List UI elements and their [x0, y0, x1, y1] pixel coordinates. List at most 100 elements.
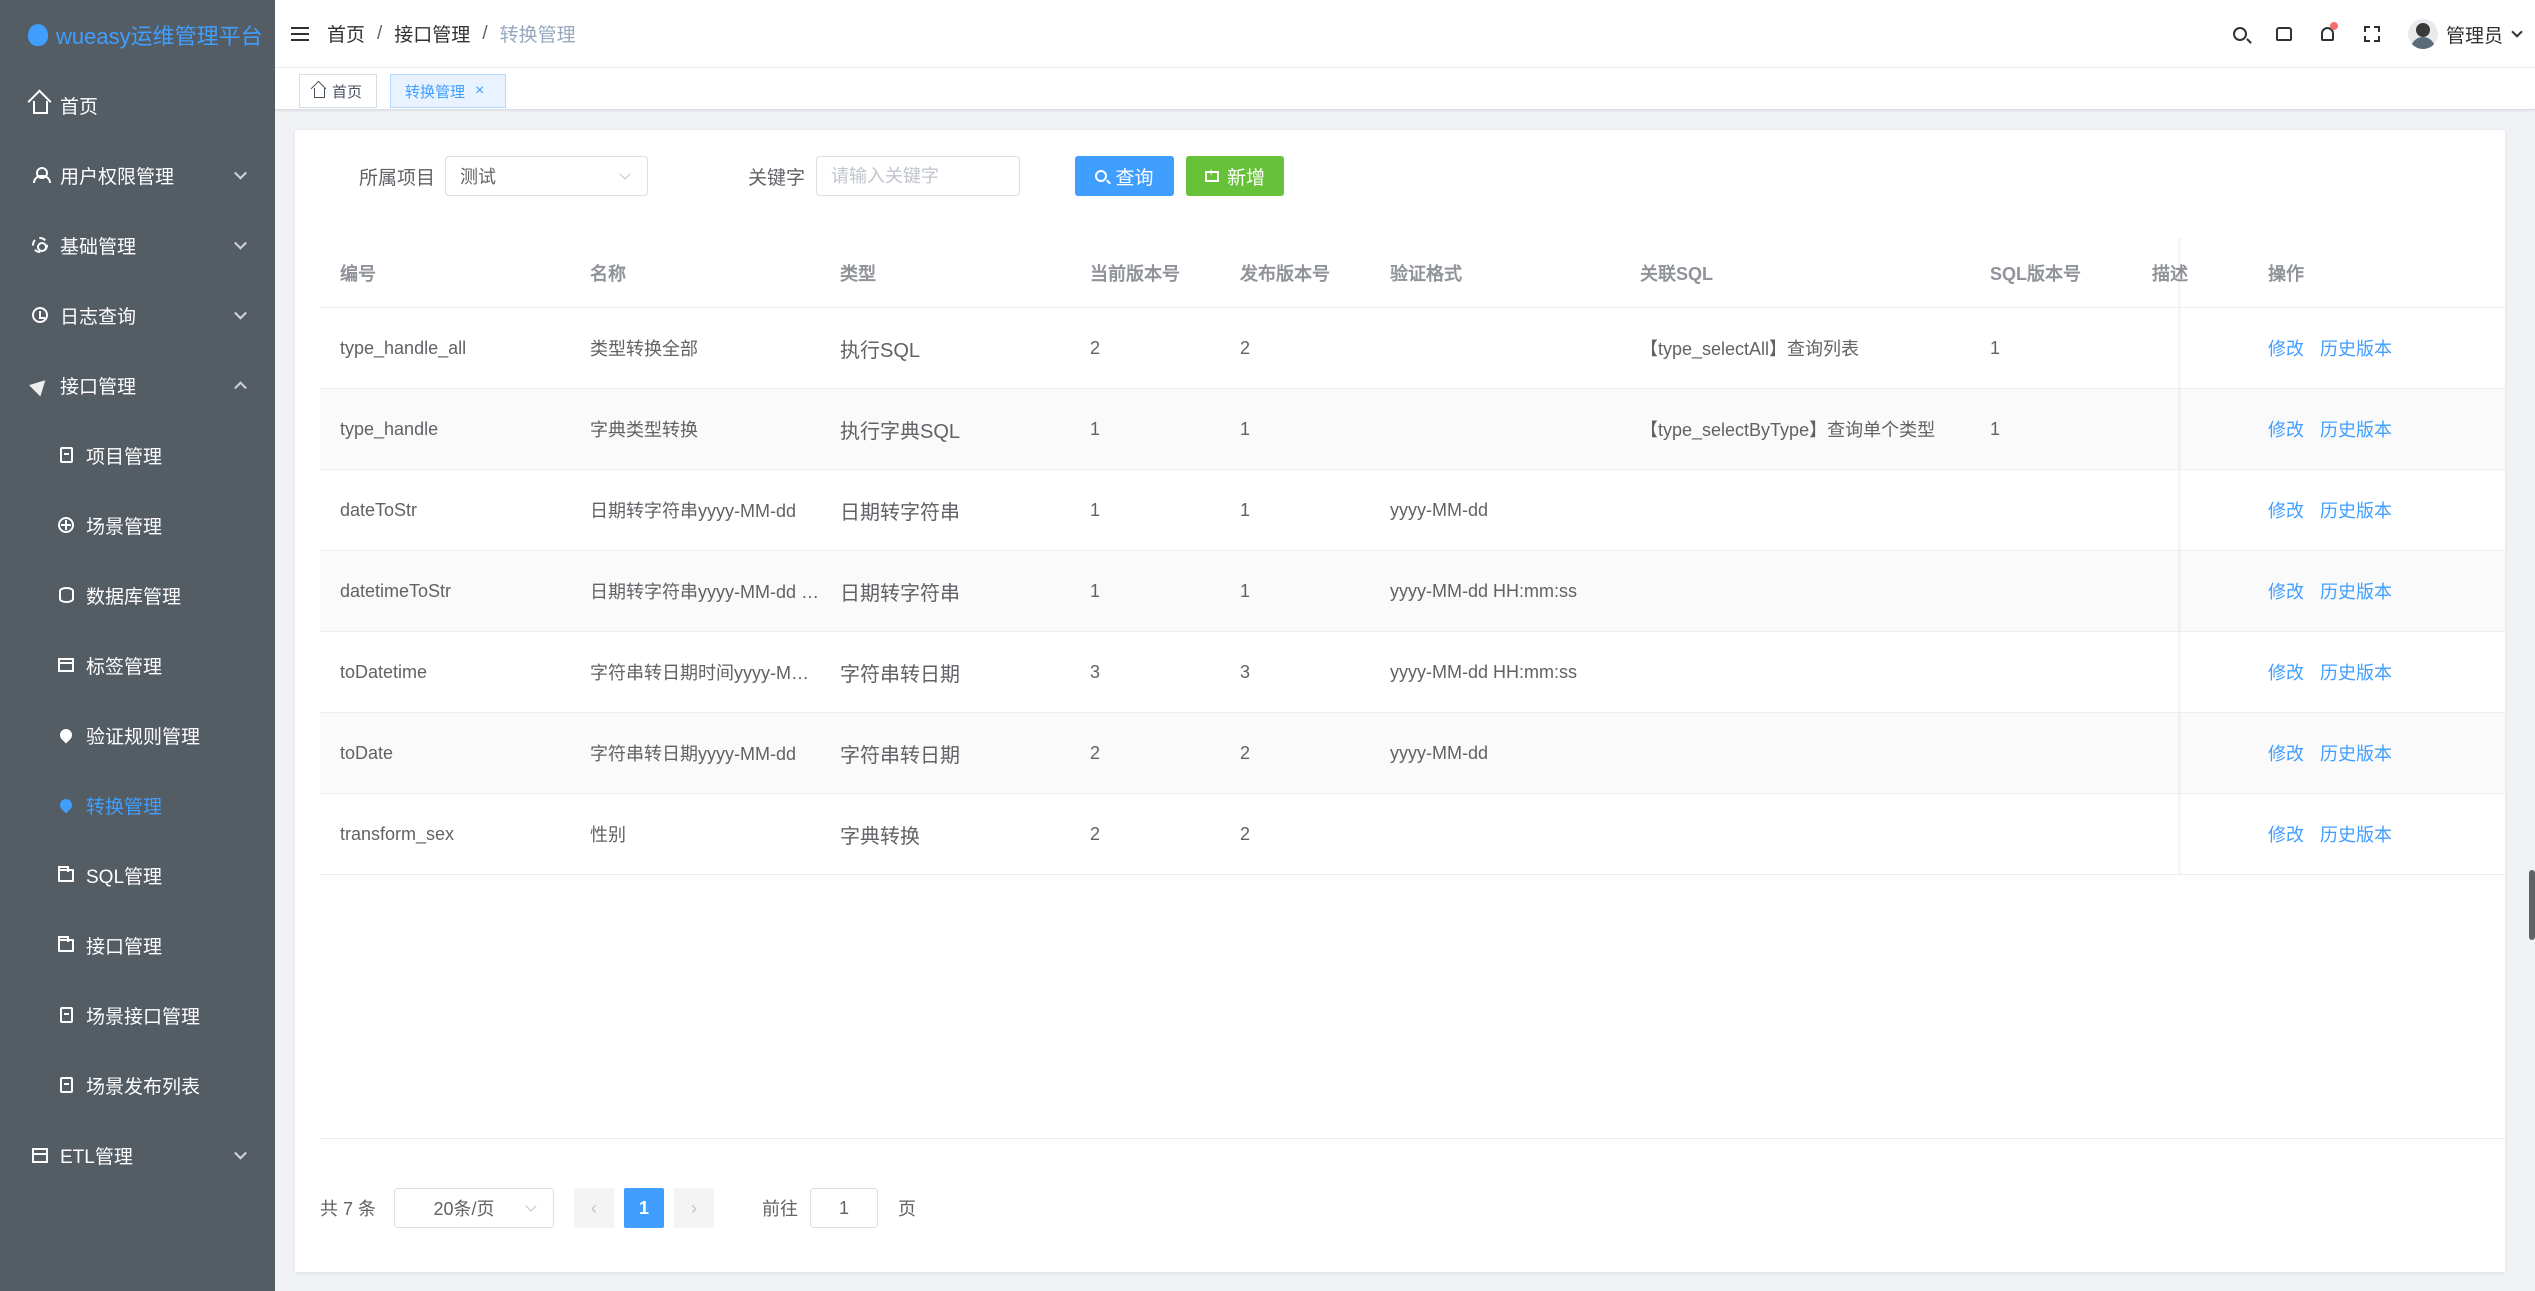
sidebar-item[interactable]: 转换管理: [0, 770, 275, 840]
table-cell: 1: [1240, 499, 1251, 520]
table-cell: yyyy-MM-dd HH:mm:ss: [1390, 580, 1577, 601]
edit-link[interactable]: 修改: [2268, 744, 2304, 764]
tag-home[interactable]: 首页: [299, 74, 377, 108]
edit-link[interactable]: 修改: [2268, 582, 2304, 602]
sidebar-item[interactable]: 日志查询: [0, 280, 275, 350]
fullscreen-icon[interactable]: [2362, 24, 2382, 44]
history-version-link[interactable]: 历史版本: [2320, 663, 2392, 683]
table-cell: 1: [1090, 418, 1101, 439]
page-number-current[interactable]: 1: [624, 1188, 665, 1228]
column-header[interactable]: 操作: [2248, 260, 2498, 286]
actions-cell: 修改 历史版本: [2248, 740, 2498, 766]
history-version-link[interactable]: 历史版本: [2320, 744, 2392, 764]
sidebar-item[interactable]: 数据库管理: [0, 560, 275, 630]
column-header[interactable]: 关联SQL: [1620, 260, 1970, 286]
sidebar-item-label: 转换管理: [86, 796, 163, 818]
actions-cell: 修改 历史版本: [2248, 335, 2498, 361]
table-cell: 【type_selectByType】查询单个类型: [1640, 420, 1936, 440]
table-cell: 1: [1240, 580, 1251, 601]
app-logo[interactable]: wueasy运维管理平台: [0, 0, 275, 70]
theme-shirt-icon[interactable]: [2274, 24, 2294, 44]
close-icon[interactable]: ×: [475, 82, 484, 100]
copy-icon: [58, 1007, 74, 1023]
table-cell: 字典转换: [840, 825, 920, 848]
column-header[interactable]: 描述: [2132, 260, 2248, 286]
chevron-down-icon[interactable]: [2511, 26, 2523, 38]
edit-link[interactable]: 修改: [2268, 663, 2304, 683]
column-header[interactable]: 发布版本号: [1220, 260, 1370, 286]
column-header[interactable]: 当前版本号: [1070, 260, 1220, 286]
sidebar-item-label: 场景发布列表: [86, 1076, 201, 1098]
table-cell: 日期转字符串: [840, 501, 960, 524]
column-header[interactable]: 类型: [820, 260, 1070, 286]
sidebar-item[interactable]: 场景发布列表: [0, 1050, 275, 1120]
sidebar-item-label: 基础管理: [60, 236, 137, 258]
table-row: datetimeToStr日期转字符串yyyy-MM-dd HH:mm:ss日期…: [320, 551, 2505, 632]
history-version-link[interactable]: 历史版本: [2320, 825, 2392, 845]
table-row: dateToStr 日期转字符串yyyy-MM-dd 日期转字符串 1 1 yyyy-MM…: [320, 470, 2505, 551]
history-version-link[interactable]: 历史版本: [2320, 501, 2392, 521]
tag-transform-label: 转换管理: [405, 83, 466, 101]
edit-link[interactable]: 修改: [2268, 501, 2304, 521]
query-button[interactable]: 查询: [1075, 156, 1174, 196]
avatar[interactable]: [2407, 19, 2438, 49]
sidebar-item[interactable]: 基础管理: [0, 210, 275, 280]
database-icon: [58, 587, 74, 603]
sidebar-item[interactable]: 首页: [0, 70, 275, 140]
breadcrumb-interface[interactable]: 接口管理: [394, 20, 470, 47]
sidebar-item[interactable]: 标签管理: [0, 630, 275, 700]
sidebar-item[interactable]: 用户权限管理: [0, 140, 275, 210]
menu-toggle-icon[interactable]: [291, 26, 309, 41]
edit-link[interactable]: 修改: [2268, 420, 2304, 440]
table-cell: 字典类型转换: [590, 420, 698, 440]
table-row: toDate 字符串转日期yyyy-MM-dd 字符串转日期 2 2 yyyy-MM-dd…: [320, 713, 2505, 794]
sidebar: wueasy运维管理平台 首页 用户权限管理 基础管理 日志查询 接口管理 项目管理 场景管…: [0, 0, 275, 1291]
edit-link[interactable]: 修改: [2268, 825, 2304, 845]
user-name[interactable]: 管理员: [2446, 21, 2503, 48]
gear-icon: [32, 237, 48, 253]
sidebar-item-label: 数据库管理: [86, 586, 182, 608]
bell-icon[interactable]: [2318, 22, 2338, 44]
column-header[interactable]: 编号: [320, 260, 570, 286]
sidebar-item[interactable]: 验证规则管理: [0, 700, 275, 770]
prev-page-button[interactable]: ‹: [574, 1188, 615, 1228]
table-header: 编号 名称 类型 当前版本号 发布版本号 验证格式 关联SQL SQL版本号 描…: [320, 238, 2505, 308]
table-cell: toDate: [340, 742, 394, 763]
sidebar-item[interactable]: 场景接口管理: [0, 980, 275, 1050]
folder-add-icon: [1204, 167, 1219, 182]
table-cell: 1: [1990, 418, 2001, 439]
next-page-button[interactable]: ›: [674, 1188, 715, 1228]
column-header[interactable]: 名称: [570, 260, 820, 286]
sidebar-item[interactable]: 项目管理: [0, 420, 275, 490]
sidebar-item[interactable]: ETL管理: [0, 1120, 275, 1190]
project-select[interactable]: 测试: [445, 156, 648, 196]
history-version-link[interactable]: 历史版本: [2320, 339, 2392, 359]
search-icon[interactable]: [2230, 24, 2250, 44]
query-button-label: 查询: [1115, 167, 1154, 189]
column-header[interactable]: SQL版本号: [1970, 260, 2132, 286]
sidebar-item[interactable]: 接口管理: [0, 910, 275, 980]
user-icon: [32, 167, 51, 183]
keyword-input[interactable]: [816, 156, 1020, 196]
page-size-select[interactable]: 20条/页: [394, 1188, 555, 1228]
history-version-link[interactable]: 历史版本: [2320, 582, 2392, 602]
column-header[interactable]: 验证格式: [1370, 260, 1620, 286]
breadcrumb-home[interactable]: 首页: [327, 20, 365, 47]
actions-cell: 修改 历史版本: [2248, 497, 2498, 523]
page-scrollbar[interactable]: [2529, 870, 2535, 940]
tag-transform[interactable]: 转换管理 ×: [390, 74, 506, 108]
top-header: 首页 / 接口管理 / 转换管理 管理员: [275, 0, 2535, 68]
sidebar-item[interactable]: 接口管理: [0, 350, 275, 420]
goto-page-input[interactable]: [810, 1188, 879, 1228]
history-version-link[interactable]: 历史版本: [2320, 420, 2392, 440]
add-button[interactable]: 新增: [1186, 156, 1284, 196]
edit-link[interactable]: 修改: [2268, 339, 2304, 359]
calendar-icon: [32, 1147, 48, 1163]
sidebar-menu: 首页 用户权限管理 基础管理 日志查询 接口管理 项目管理 场景管理 数据库管理 标签管理 验证规…: [0, 70, 275, 1190]
logo-icon: [28, 24, 48, 46]
table-cell: dateToStr: [340, 499, 418, 520]
sidebar-item[interactable]: SQL管理: [0, 840, 275, 910]
table-cell: 1: [1090, 499, 1101, 520]
breadcrumb-separator: /: [482, 22, 488, 44]
sidebar-item[interactable]: 场景管理: [0, 490, 275, 560]
